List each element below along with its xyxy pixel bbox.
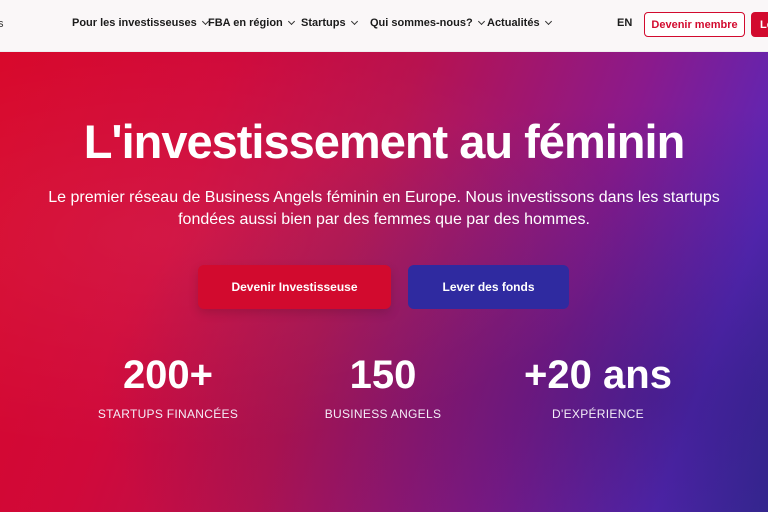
raise-funds-button[interactable]: Lever des fonds	[408, 265, 569, 309]
hero-title: L'investissement au féminin	[83, 115, 686, 168]
nav-item-label: FBA en région	[208, 17, 283, 29]
stat-startups: 200+ STARTUPS FINANCÉES	[68, 352, 268, 421]
become-member-button[interactable]: Devenir membre	[644, 12, 745, 37]
nav-item-label: Pour les investisseuses	[72, 17, 197, 29]
nav-item-startups[interactable]: Startups	[301, 17, 358, 29]
hero-subtitle: Le premier réseau de Business Angels fém…	[48, 189, 720, 228]
stat-value: 150	[349, 353, 417, 397]
nav-item-actualites[interactable]: Actualités	[487, 17, 552, 29]
stat-label: STARTUPS FINANCÉES	[97, 407, 239, 421]
stat-value: +20 ans	[524, 353, 672, 397]
nav-item-investisseuses[interactable]: Pour les investisseuses	[72, 17, 209, 29]
language-switch[interactable]: EN	[617, 17, 632, 29]
stat-experience: +20 ans D'EXPÉRIENCE	[498, 352, 698, 421]
nav-item-fba-region[interactable]: FBA en région	[208, 17, 295, 29]
chevron-down-icon	[350, 17, 358, 26]
top-navigation-bar: s Pour les investisseuses FBA en région …	[0, 0, 768, 52]
chevron-down-icon	[287, 17, 295, 26]
become-investor-button[interactable]: Devenir Investisseuse	[198, 265, 391, 309]
nav-item-label: Qui sommes-nous?	[370, 17, 473, 29]
nav-item-label: Actualités	[487, 17, 540, 29]
chevron-down-icon	[544, 17, 552, 26]
stat-value: 200+	[122, 353, 214, 397]
stat-label: BUSINESS ANGELS	[324, 407, 442, 421]
chevron-down-icon	[477, 17, 485, 26]
hero-section: L'investissement au féminin Le premier r…	[0, 52, 768, 512]
stat-business-angels: 150 BUSINESS ANGELS	[283, 352, 483, 421]
logo-fragment[interactable]: s	[0, 18, 4, 30]
nav-item-qui-sommes-nous[interactable]: Qui sommes-nous?	[370, 17, 485, 29]
stat-label: D'EXPÉRIENCE	[552, 407, 644, 421]
login-button[interactable]: Login	[751, 12, 768, 37]
nav-item-label: Startups	[301, 17, 346, 29]
